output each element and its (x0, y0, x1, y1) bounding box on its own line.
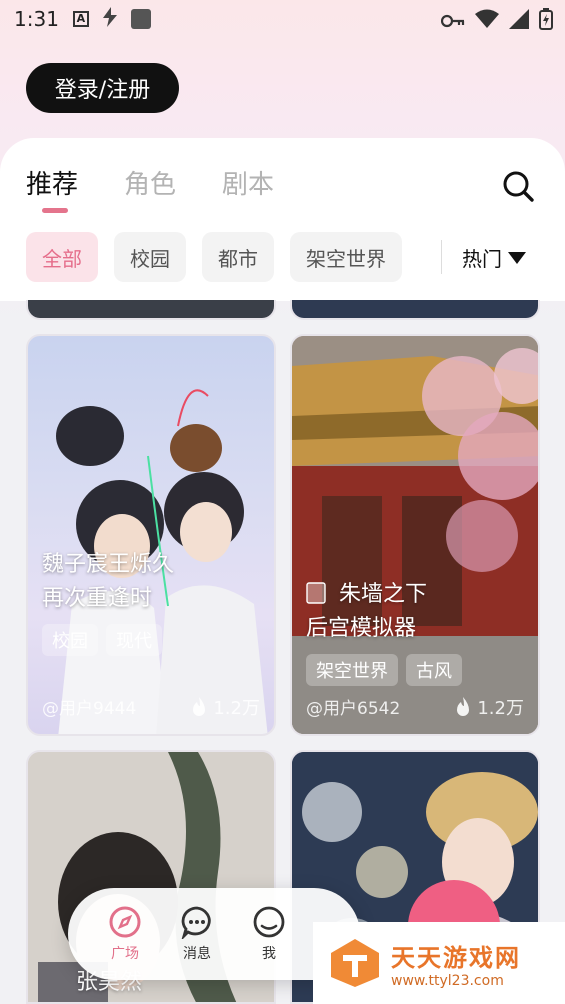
tab-scripts[interactable]: 剧本 (222, 164, 274, 201)
flame-icon (193, 697, 206, 716)
profile-icon (253, 906, 285, 938)
notification-a-icon: A (72, 11, 89, 27)
card-title-line1: 魏子宸王烁久 (42, 552, 175, 577)
card-meta: @用户9444 1.2万 (42, 694, 260, 720)
story-card[interactable]: 魏子宸王烁久 再次重逢时 校园 现代 @用户9444 1.2万 (26, 334, 276, 736)
search-icon (503, 171, 534, 202)
card-likes: 1.2万 (455, 694, 524, 720)
card-cover-image (56, 389, 268, 734)
watermark-url: www.ttyl23.com (391, 972, 504, 989)
compass-icon (109, 906, 141, 938)
battery-icon (539, 8, 553, 35)
category-filters: 全部 校园 都市 架空世界 (26, 232, 402, 282)
sort-label: 热门 (462, 247, 502, 271)
card-title-line2: 后宫模拟器 (306, 616, 417, 641)
card-author: @用户6542 (306, 699, 401, 719)
app-notification-icon (130, 9, 151, 29)
status-right-icons (440, 8, 553, 35)
card-info: 朱墙之下 后宫模拟器 架空世界 古风 (306, 578, 524, 686)
card-likes-count: 1.2万 (213, 698, 260, 719)
card-author: @用户9444 (42, 699, 137, 719)
watermark-title: 天天游戏网 (391, 943, 521, 972)
filter-chip-city[interactable]: 都市 (202, 232, 274, 282)
login-register-button[interactable]: 登录/注册 (26, 63, 179, 113)
lightning-notification-icon (101, 6, 119, 32)
card-title-line2: 再次重逢时 (42, 586, 153, 611)
nav-label: 我 (262, 946, 276, 962)
filter-chip-campus[interactable]: 校园 (114, 232, 186, 282)
wifi-icon (475, 9, 499, 34)
story-card[interactable]: 朱墙之下 后宫模拟器 架空世界 古风 @用户6542 1.2万 (290, 334, 540, 736)
watermark-logo-icon (331, 939, 379, 987)
card-title-line1: 朱墙之下 (306, 578, 524, 612)
nav-label: 消息 (183, 946, 211, 962)
tab-recommend[interactable]: 推荐 (26, 164, 78, 201)
flame-icon (457, 697, 470, 716)
nav-item-plaza[interactable]: 广场 (108, 905, 142, 963)
filter-chip-all[interactable]: 全部 (26, 232, 98, 282)
card-tag: 校园 (42, 624, 98, 656)
status-bar: 1:31 A (0, 0, 565, 38)
card-info: 魏子宸王烁久 再次重逢时 校园 现代 (42, 548, 260, 656)
card-title-text: 朱墙之下 (339, 582, 428, 607)
previous-card-right[interactable] (290, 300, 540, 320)
status-time: 1:31 (14, 7, 59, 31)
card-likes-count: 1.2万 (477, 698, 524, 719)
filter-chip-fantasy-world[interactable]: 架空世界 (290, 232, 402, 282)
previous-card-left[interactable] (26, 300, 276, 320)
nav-label: 广场 (111, 946, 139, 962)
main-tabs: 推荐 角色 剧本 (26, 164, 274, 201)
active-tab-indicator (42, 208, 68, 213)
signal-icon (509, 9, 529, 34)
card-tags: 架空世界 古风 (306, 654, 524, 686)
card-tag: 现代 (106, 624, 162, 656)
card-meta: @用户6542 1.2万 (306, 694, 524, 720)
sort-dropdown[interactable]: 热门 (462, 243, 526, 272)
filter-divider (441, 240, 442, 274)
search-button[interactable] (500, 168, 536, 204)
chat-icon (181, 906, 211, 939)
tab-characters[interactable]: 角色 (124, 164, 176, 201)
card-tags: 校园 现代 (42, 624, 260, 656)
card-likes: 1.2万 (191, 694, 260, 720)
nav-item-me[interactable]: 我 (252, 905, 286, 963)
card-tag: 古风 (406, 654, 462, 686)
site-watermark: 天天游戏网 www.ttyl23.com (313, 922, 565, 1004)
book-icon (306, 582, 326, 604)
card-tag: 架空世界 (306, 654, 398, 686)
caret-down-icon (508, 251, 526, 264)
nav-item-messages[interactable]: 消息 (180, 905, 214, 963)
vpn-key-icon (440, 11, 465, 33)
